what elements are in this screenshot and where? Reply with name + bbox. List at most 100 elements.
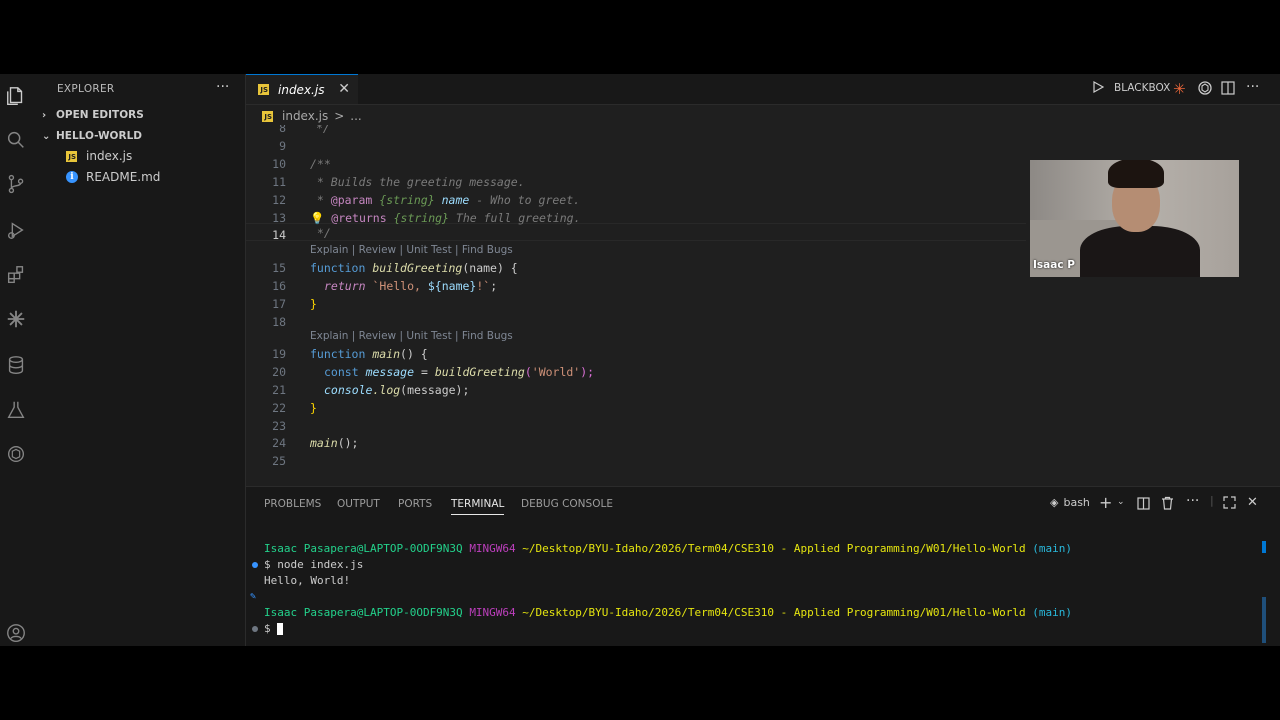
search-icon[interactable] xyxy=(4,128,28,152)
keyword: return xyxy=(324,279,366,293)
line-number: 17 xyxy=(272,297,286,311)
openai-icon[interactable] xyxy=(1197,80,1213,96)
terminal-scrollbar-thumb[interactable] xyxy=(1262,597,1266,643)
terminal-icon: ◈ xyxy=(1050,496,1059,509)
shell-label: bash xyxy=(1063,496,1090,509)
editor-tab-bar: JS index.js ✕ BLACKBOX ✳ ··· xyxy=(246,74,1280,105)
tab-problems[interactable]: PROBLEMS xyxy=(264,498,321,510)
chevron-down-icon[interactable]: ⌄ xyxy=(1117,497,1125,507)
close-panel-icon[interactable]: ✕ xyxy=(1247,495,1258,510)
code-line-19: function main() { xyxy=(310,345,428,363)
function-name: main xyxy=(310,436,338,450)
tab-index-js[interactable]: JS index.js ✕ xyxy=(246,74,358,104)
terminal-input-line[interactable]: $ xyxy=(264,621,284,637)
tab-debug-console[interactable]: DEBUG CONSOLE xyxy=(521,498,613,510)
line-number: 16 xyxy=(272,279,286,293)
run-debug-icon[interactable] xyxy=(4,218,28,242)
code-line-11: * Builds the greeting message. xyxy=(310,175,525,189)
breadcrumb-file[interactable]: index.js xyxy=(282,109,328,123)
line-number: 15 xyxy=(272,261,286,275)
code-line-14: */ xyxy=(310,226,331,240)
bracket: ( xyxy=(524,365,532,379)
open-editors-section[interactable]: › OPEN EDITORS xyxy=(42,106,144,124)
line-number: 19 xyxy=(272,347,286,361)
file-index-js[interactable]: JS index.js xyxy=(66,146,132,166)
tab-output[interactable]: OUTPUT xyxy=(337,498,380,510)
terminal-shell-selector[interactable]: ◈ bash xyxy=(1050,496,1090,509)
close-icon[interactable]: ✕ xyxy=(338,81,350,97)
explorer-icon[interactable] xyxy=(4,84,28,108)
tab-terminal[interactable]: TERMINAL xyxy=(451,498,505,515)
chevron-right-icon: › xyxy=(42,109,47,121)
jsdoc-param: name xyxy=(441,193,470,207)
panel-more-button[interactable]: ··· xyxy=(1186,493,1199,509)
code-text: (message); xyxy=(400,383,470,397)
blackbox-button[interactable]: BLACKBOX xyxy=(1114,82,1170,94)
line-number: 22 xyxy=(272,401,286,415)
terminal-scrollbar[interactable] xyxy=(1262,541,1266,553)
chevron-down-icon: ⌄ xyxy=(42,130,51,142)
codelens-actions[interactable]: Explain | Review | Unit Test | Find Bugs xyxy=(310,328,513,344)
breadcrumb-separator: > xyxy=(334,109,345,123)
account-icon[interactable] xyxy=(4,621,28,645)
section-label: HELLO-WORLD xyxy=(56,130,142,142)
line-number: 25 xyxy=(272,454,286,468)
code-text: = xyxy=(414,365,435,379)
code-line-17: } xyxy=(310,297,317,311)
explorer-more-button[interactable]: ··· xyxy=(216,79,229,95)
split-terminal-icon[interactable] xyxy=(1137,497,1150,510)
breadcrumb: JS index.js > ... xyxy=(262,107,362,125)
terminal-branch: (main) xyxy=(1032,542,1072,555)
string: `Hello, xyxy=(372,279,428,293)
line-number: 18 xyxy=(272,315,286,329)
code-line-15: function buildGreeting(name) { xyxy=(310,259,518,277)
bracket: ); xyxy=(580,365,595,379)
run-icon[interactable] xyxy=(1092,81,1104,93)
line-number: 11 xyxy=(272,175,286,189)
trash-icon[interactable] xyxy=(1161,496,1174,510)
terminal-cursor xyxy=(277,623,284,635)
terminal-command: $ node index.js xyxy=(264,558,364,571)
function-name: main xyxy=(372,347,401,361)
terminal-prompt-line: Isaac Pasapera@LAPTOP-0ODF9N3Q MINGW64 ~… xyxy=(264,605,1072,621)
code-line-22: } xyxy=(310,401,317,415)
jsdoc-tag: @returns xyxy=(331,211,387,225)
maximize-panel-icon[interactable] xyxy=(1223,496,1236,509)
keyword: function xyxy=(310,347,366,361)
line-number: 20 xyxy=(272,365,286,379)
file-readme-md[interactable]: i README.md xyxy=(66,167,160,187)
breadcrumb-symbol[interactable]: ... xyxy=(350,109,361,123)
terminal-user: Isaac Pasapera@LAPTOP-0ODF9N3Q xyxy=(264,606,463,619)
keyword: function xyxy=(310,261,366,275)
code-line-12: * @param {string} name - Who to greet. xyxy=(310,193,581,207)
extensions-icon[interactable] xyxy=(4,263,28,287)
tab-label: index.js xyxy=(278,82,325,97)
code-text: (name) { xyxy=(462,261,518,275)
flask-icon[interactable] xyxy=(4,398,28,422)
editor-more-button[interactable]: ··· xyxy=(1246,79,1259,95)
js-file-icon: JS xyxy=(262,110,273,122)
codelens-actions[interactable]: Explain | Review | Unit Test | Find Bugs xyxy=(310,242,513,258)
interpolation: ${name} xyxy=(427,279,477,293)
line-number: 9 xyxy=(279,139,286,153)
new-terminal-button[interactable]: + xyxy=(1099,493,1112,512)
command-decoration-icon[interactable] xyxy=(252,626,258,632)
jsdoc-desc: - Who to greet. xyxy=(469,193,581,207)
vscode-window: EXPLORER ··· › OPEN EDITORS ⌄ HELLO-WORL… xyxy=(0,74,1280,646)
code-line-20: const message = buildGreeting('World'); xyxy=(324,363,594,381)
section-label: OPEN EDITORS xyxy=(56,109,144,121)
activity-bar xyxy=(0,74,32,646)
line-number: 24 xyxy=(272,436,286,450)
tab-ports[interactable]: PORTS xyxy=(398,498,432,510)
split-editor-icon[interactable] xyxy=(1221,81,1235,95)
ai-chat-icon[interactable] xyxy=(4,442,28,466)
terminal-output: Hello, World! xyxy=(264,574,351,587)
hello-world-folder[interactable]: ⌄ HELLO-WORLD xyxy=(42,127,142,145)
code-line-13: 💡 @returns {string} The full greeting. xyxy=(310,211,581,225)
database-icon[interactable] xyxy=(4,353,28,377)
command-decoration-icon[interactable] xyxy=(252,562,258,568)
blackbox-icon[interactable] xyxy=(4,307,28,331)
sparkle-icon[interactable]: ✳ xyxy=(1173,80,1186,98)
variable: console xyxy=(324,383,373,397)
source-control-icon[interactable] xyxy=(4,172,28,196)
